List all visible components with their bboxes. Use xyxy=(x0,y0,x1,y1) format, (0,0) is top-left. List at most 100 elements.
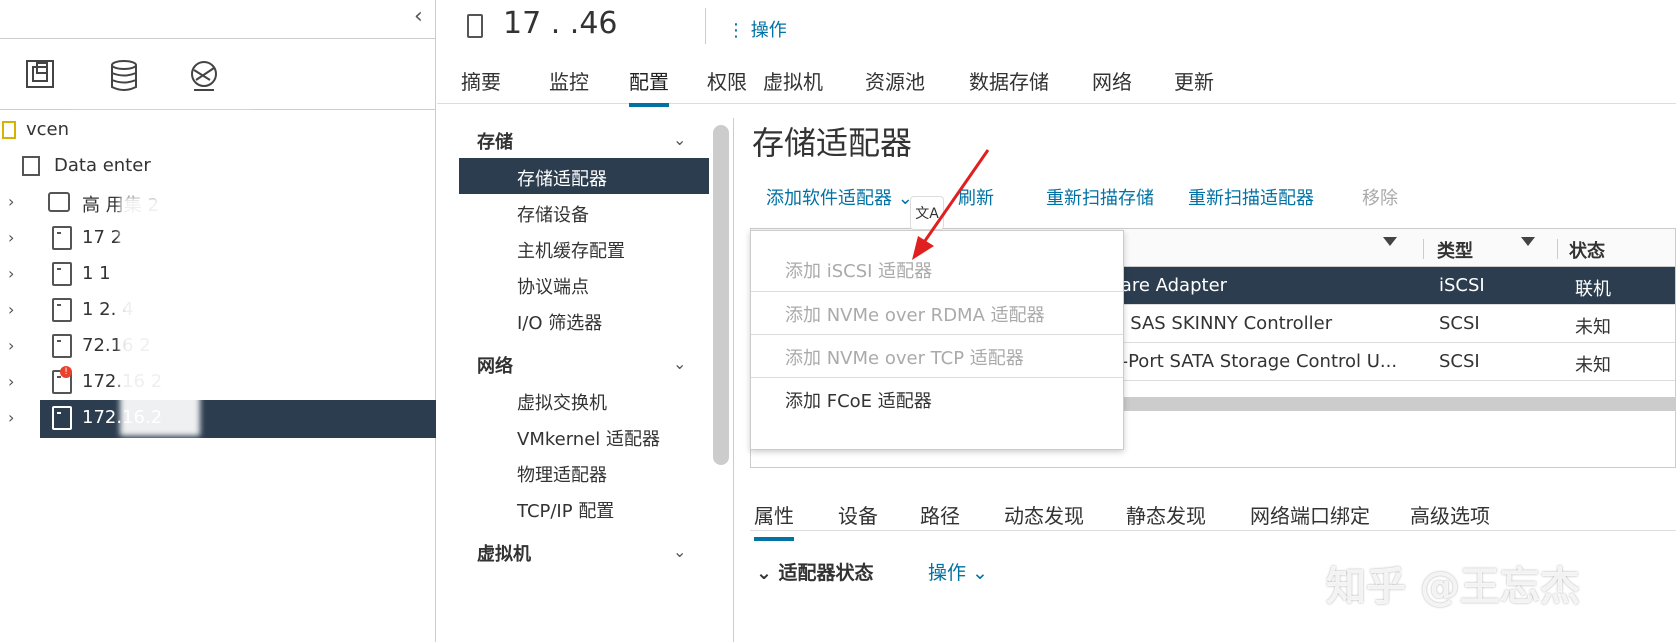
menu-group-header[interactable]: 存储 xyxy=(477,128,513,154)
collapse-navigator-icon[interactable]: ‹ xyxy=(414,4,423,29)
host-icon xyxy=(52,262,72,286)
network-icon[interactable] xyxy=(186,58,226,98)
add-software-adapter-button[interactable]: 添加软件适配器 ⌄ xyxy=(766,184,913,210)
remove-button[interactable]: 移除 xyxy=(1362,184,1398,210)
chevron-right-icon[interactable]: › xyxy=(8,192,14,211)
menu-item[interactable]: TCP/IP 配置 xyxy=(459,490,709,526)
tab-2[interactable]: 配置 xyxy=(629,66,669,107)
section-title: 存储适配器 xyxy=(752,124,913,162)
tree-node-label: vcen xyxy=(26,119,70,140)
menu-item[interactable]: 存储适配器 xyxy=(459,158,709,194)
chevron-right-icon[interactable]: › xyxy=(8,372,14,391)
tree-node[interactable]: › 72.16 2 xyxy=(0,328,436,364)
host-icon xyxy=(467,14,483,38)
detail-tab[interactable]: 动态发现 xyxy=(1004,500,1084,537)
object-header: 17 . .46 ⋮ 操作 xyxy=(437,0,1676,54)
tab-1[interactable]: 监控 xyxy=(549,66,589,103)
dropdown-item[interactable]: 添加 NVMe over RDMA 适配器 xyxy=(785,301,1045,327)
cell-status: 未知 xyxy=(1575,317,1611,338)
filter-icon[interactable] xyxy=(1383,237,1397,246)
tab-6[interactable]: 数据存储 xyxy=(969,66,1049,103)
chevron-right-icon[interactable]: › xyxy=(8,228,14,247)
detail-tab[interactable]: 属性 xyxy=(754,500,794,541)
host-icon xyxy=(52,406,72,430)
more-vertical-icon: ⋮ xyxy=(727,20,751,41)
dropdown-item[interactable]: 添加 FCoE 适配器 xyxy=(785,387,932,413)
tree-node-label: 1 1 xyxy=(82,263,111,284)
tree-node[interactable]: › 1 1 xyxy=(0,256,436,292)
cell-model: g 4-Port SATA Storage Control U... xyxy=(1093,351,1398,372)
detail-tab[interactable]: 高级选项 xyxy=(1410,500,1490,537)
tree-node[interactable]: ›!172.16 2 xyxy=(0,364,436,400)
detail-tab[interactable]: 静态发现 xyxy=(1126,500,1206,537)
alert-badge: ! xyxy=(60,366,72,378)
divider xyxy=(705,8,706,44)
cell-model: AID SAS SKINNY Controller xyxy=(1093,313,1333,334)
chevron-down-icon[interactable]: ⌄ xyxy=(673,542,686,561)
detail-tab[interactable]: 网络端口绑定 xyxy=(1250,500,1370,537)
datacenter-icon xyxy=(22,156,40,176)
hosts-and-clusters-icon[interactable] xyxy=(24,58,64,98)
divider xyxy=(751,377,1123,378)
menu-scrollbar[interactable] xyxy=(713,125,729,465)
tab-4[interactable]: 虚拟机 xyxy=(763,66,823,103)
tab-0[interactable]: 摘要 xyxy=(461,66,501,103)
divider xyxy=(751,334,1123,335)
host-icon xyxy=(52,334,72,358)
tab-8[interactable]: 更新 xyxy=(1174,66,1214,103)
adapter-status-section[interactable]: ⌄ 适配器状态 xyxy=(756,558,874,585)
page-title: 17 . .46 xyxy=(503,6,618,41)
tree-node[interactable]: ›172.16.2 xyxy=(0,400,436,438)
tab-5[interactable]: 资源池 xyxy=(865,66,925,103)
chevron-right-icon[interactable]: › xyxy=(8,336,14,355)
tree-node[interactable]: Data enter xyxy=(0,148,436,184)
chevron-right-icon[interactable]: › xyxy=(8,300,14,319)
tree-node[interactable]: › 1 2. 4 xyxy=(0,292,436,328)
menu-group-header[interactable]: 虚拟机 xyxy=(477,540,531,566)
vcenter-icon xyxy=(2,121,16,139)
inventory-view-tabs xyxy=(0,40,436,110)
cell-type: iSCSI xyxy=(1439,275,1485,296)
filter-icon[interactable] xyxy=(1521,237,1535,246)
column-header-type[interactable]: 类型 xyxy=(1437,237,1473,263)
menu-item[interactable]: 主机缓存配置 xyxy=(459,230,709,266)
tab-7[interactable]: 网络 xyxy=(1092,66,1132,103)
tree-node-label: Data enter xyxy=(54,155,151,176)
watermark: 知乎 @王忘杰 xyxy=(1326,564,1580,610)
tree-node[interactable]: › 17 2 xyxy=(0,220,436,256)
annotation-arrow xyxy=(912,149,990,260)
chevron-right-icon[interactable]: › xyxy=(8,264,14,283)
chevron-right-icon[interactable]: › xyxy=(8,408,14,427)
cluster-icon xyxy=(48,192,70,212)
tree-node-label: 17 2 xyxy=(82,227,123,248)
tree-node[interactable]: ›高 用集 2 xyxy=(0,184,436,220)
chevron-down-icon[interactable]: ⌄ xyxy=(673,354,686,373)
chevron-down-icon: ⌄ xyxy=(756,562,779,584)
cell-type: SCSI xyxy=(1439,313,1480,334)
menu-item[interactable]: VMkernel 适配器 xyxy=(459,418,709,454)
menu-item[interactable]: I/O 筛选器 xyxy=(459,302,709,338)
inventory-navigator: ‹ vcenData enter›高 用集 2›17 2›1 1›1 2. 4›… xyxy=(0,0,436,642)
menu-item[interactable]: 虚拟交换机 xyxy=(459,382,709,418)
menu-item[interactable]: 物理适配器 xyxy=(459,454,709,490)
menu-group-header[interactable]: 网络 xyxy=(477,352,513,378)
configure-menu: 存储 ⌄ 存储适配器 存储设备 主机缓存配置 协议端点 I/O 筛选器网络 ⌄ 虚拟交换机 VMk… xyxy=(437,118,717,642)
column-header-status[interactable]: 状态 xyxy=(1569,237,1605,263)
menu-item[interactable]: 存储设备 xyxy=(459,194,709,230)
actions-menu[interactable]: ⋮ 操作 xyxy=(727,16,787,42)
actions-label: 操作 xyxy=(750,20,787,41)
main-tabs: 摘要 监控 配置 权限 虚拟机 资源池 数据存储 网络 更新 xyxy=(437,58,1676,107)
cell-status: 未知 xyxy=(1575,355,1611,376)
detail-tab[interactable]: 路径 xyxy=(920,500,960,537)
storage-icon[interactable] xyxy=(106,58,146,98)
tab-3[interactable]: 权限 xyxy=(707,66,747,103)
section-actions-menu[interactable]: 操作 ⌄ xyxy=(928,558,988,585)
dropdown-item[interactable]: 添加 NVMe over TCP 适配器 xyxy=(785,344,1024,370)
menu-item[interactable]: 协议端点 xyxy=(459,266,709,302)
rescan-adapter-button[interactable]: 重新扫描适配器 xyxy=(1188,184,1314,210)
rescan-storage-button[interactable]: 重新扫描存储 xyxy=(1046,184,1154,210)
divider xyxy=(0,38,436,39)
chevron-down-icon[interactable]: ⌄ xyxy=(673,130,686,149)
detail-tab[interactable]: 设备 xyxy=(838,500,878,537)
cell-type: SCSI xyxy=(1439,351,1480,372)
